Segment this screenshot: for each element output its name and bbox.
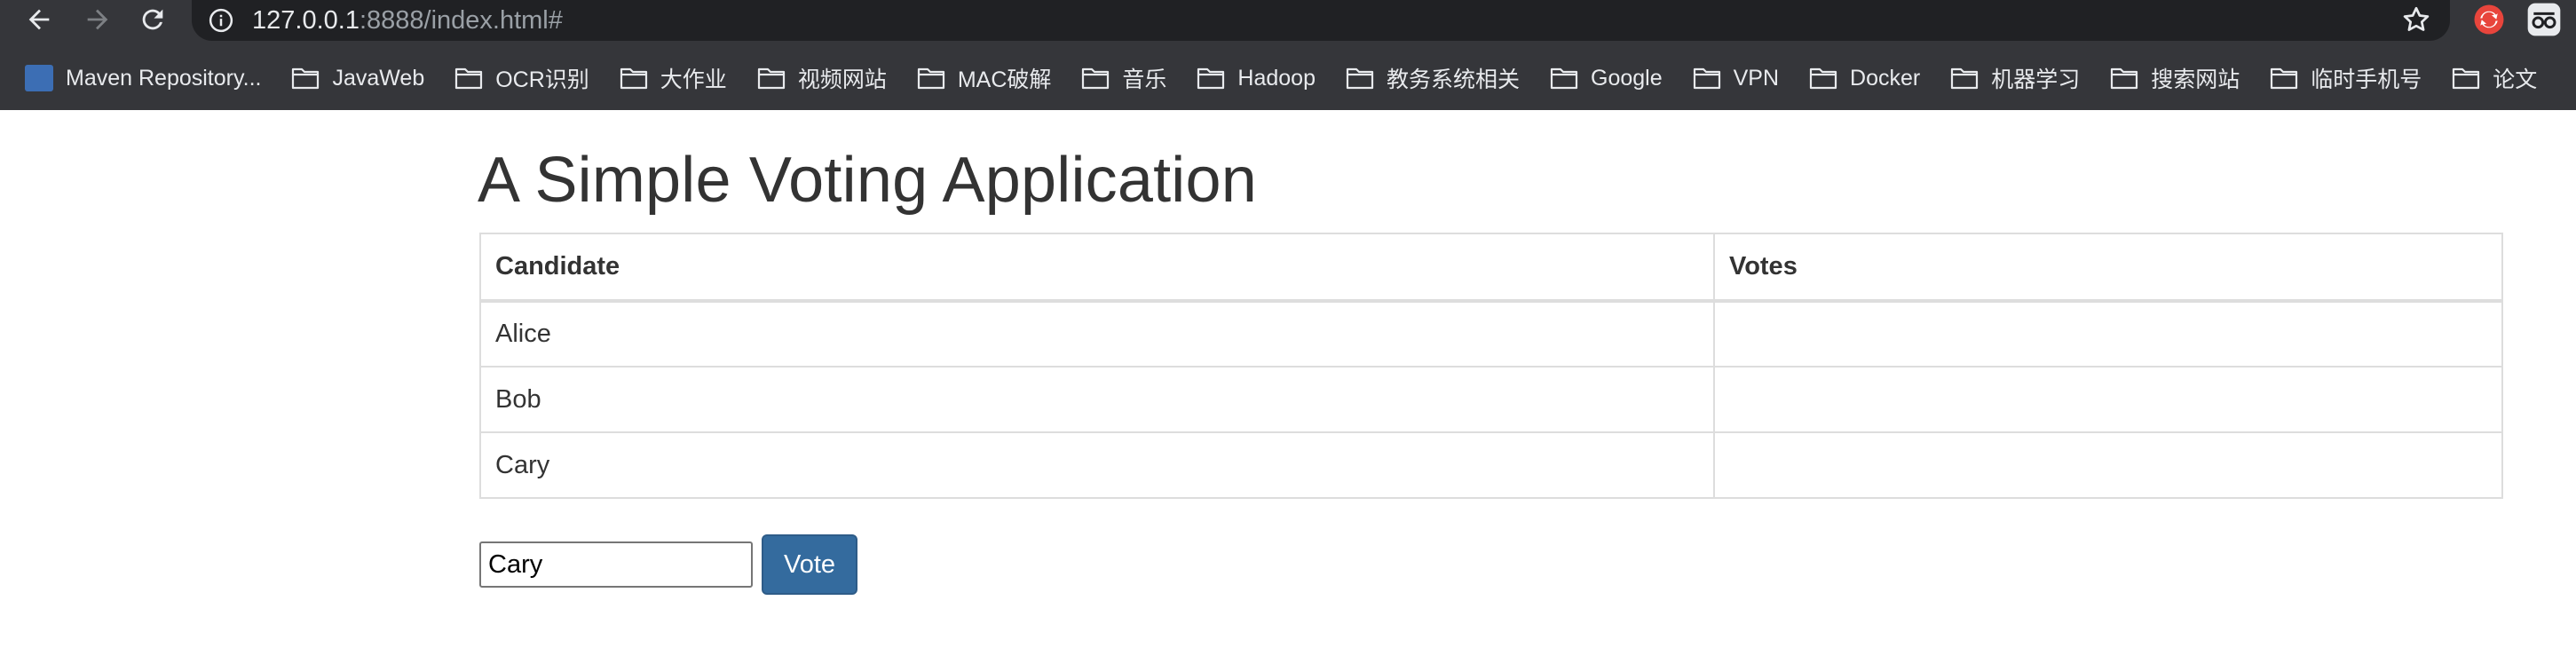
bookmark-item[interactable]: Google xyxy=(1550,55,1675,101)
candidate-input[interactable] xyxy=(479,541,753,588)
bookmark-item[interactable]: 临时手机号 xyxy=(2270,55,2434,101)
bookmark-item[interactable]: OCR识别 xyxy=(454,55,602,101)
bookmark-label: OCR识别 xyxy=(495,67,589,92)
url-host: 127.0.0.1 xyxy=(252,6,360,35)
bookmark-label: 视频网站 xyxy=(797,67,887,92)
folder-icon xyxy=(1197,67,1225,90)
bookmark-item[interactable]: 大作业 xyxy=(620,55,739,101)
folder-icon xyxy=(620,67,647,90)
candidate-name-cell: Alice xyxy=(479,300,1715,367)
bookmark-item[interactable]: 音乐 xyxy=(1081,55,1179,101)
bookmark-label: Google xyxy=(1591,65,1663,91)
bookmark-label: 音乐 xyxy=(1122,67,1167,92)
bookmark-item[interactable]: 机器学习 xyxy=(1950,55,2092,101)
vote-button[interactable]: Vote xyxy=(762,534,857,595)
back-button[interactable] xyxy=(21,2,57,37)
forward-button[interactable] xyxy=(80,2,115,37)
bookmark-label: Hadoop xyxy=(1237,65,1316,91)
extension-sync-icon[interactable] xyxy=(2473,4,2505,36)
reload-button[interactable] xyxy=(135,2,170,37)
bookmark-item[interactable]: VPN xyxy=(1693,55,1791,101)
candidates-table: Candidate Votes Alice Bob Cary xyxy=(479,233,2503,499)
candidate-name-cell: Bob xyxy=(479,366,1715,433)
table-row: Alice xyxy=(479,300,2503,367)
url-text[interactable]: 127.0.0.1:8888/index.html# xyxy=(252,4,563,37)
maven-logo-icon xyxy=(25,65,53,91)
bookmark-label: 教务系统相关 xyxy=(1386,67,1520,92)
table-header-row: Candidate Votes xyxy=(479,233,2503,303)
bookmark-label: 搜索网站 xyxy=(2151,67,2240,92)
folder-icon xyxy=(455,67,483,90)
bookmark-label: Maven Repository... xyxy=(66,65,262,91)
arrow-right-icon xyxy=(87,9,108,30)
bookmark-label: 大作业 xyxy=(660,67,727,92)
candidate-name-cell: Cary xyxy=(479,431,1715,499)
table-row: Cary xyxy=(479,431,2503,499)
address-bar[interactable]: 127.0.0.1:8888/index.html# xyxy=(192,0,2450,41)
bookmark-item[interactable]: Hadoop xyxy=(1197,55,1328,101)
bookmark-item[interactable]: 教务系统相关 xyxy=(1346,55,1532,101)
folder-icon xyxy=(757,67,785,90)
column-header-candidate: Candidate xyxy=(479,233,1715,303)
table-row: Bob xyxy=(479,366,2503,433)
bookmark-item[interactable]: 视频网站 xyxy=(757,55,899,101)
folder-icon xyxy=(292,67,320,90)
bookmark-label: 临时手机号 xyxy=(2311,67,2422,92)
folder-icon xyxy=(2271,67,2298,90)
bookmark-label: MAC破解 xyxy=(957,67,1052,92)
bookmark-label: 机器学习 xyxy=(1991,67,2081,92)
bookmark-label: Docker xyxy=(1850,65,1921,91)
bookmark-label: JavaWeb xyxy=(332,65,425,91)
bookmark-star-icon[interactable] xyxy=(2400,4,2432,36)
folder-icon xyxy=(1693,67,1720,90)
profile-avatar-icon[interactable] xyxy=(2526,2,2562,37)
folder-icon xyxy=(1809,67,1837,90)
folder-icon xyxy=(2111,67,2138,90)
folder-icon xyxy=(1082,67,1110,90)
info-icon[interactable] xyxy=(208,7,234,34)
folder-icon xyxy=(1346,67,1374,90)
column-header-votes: Votes xyxy=(1713,233,2503,303)
votes-cell xyxy=(1713,300,2503,367)
votes-cell xyxy=(1713,366,2503,433)
reload-icon xyxy=(142,9,163,30)
bookmark-item[interactable]: Maven Repository... xyxy=(25,55,273,101)
bookmark-item[interactable]: Docker xyxy=(1809,55,1932,101)
votes-cell xyxy=(1713,431,2503,499)
bookmark-item[interactable]: 论文 xyxy=(2452,55,2549,101)
folder-icon xyxy=(1550,67,1578,90)
bookmark-item[interactable]: MAC破解 xyxy=(917,55,1064,101)
vote-form: Vote xyxy=(479,534,857,595)
url-path: :8888/index.html# xyxy=(359,6,563,35)
folder-icon xyxy=(917,67,944,90)
arrow-left-icon xyxy=(28,9,50,30)
folder-icon xyxy=(1951,67,1979,90)
bookmark-item[interactable]: JavaWeb xyxy=(291,55,437,101)
bookmark-label: 论文 xyxy=(2493,67,2538,92)
bookmarks-bar: Maven Repository... JavaWeb OCR识别 大作业 视频网站 MA… xyxy=(0,55,2576,101)
bookmark-label: VPN xyxy=(1733,65,1780,91)
folder-icon xyxy=(2453,67,2480,90)
bookmark-item[interactable]: 搜索网站 xyxy=(2110,55,2252,101)
page-title: A Simple Voting Application xyxy=(478,145,1257,216)
browser-toolbar: 127.0.0.1:8888/index.html# Maven Reposit… xyxy=(0,0,2576,110)
